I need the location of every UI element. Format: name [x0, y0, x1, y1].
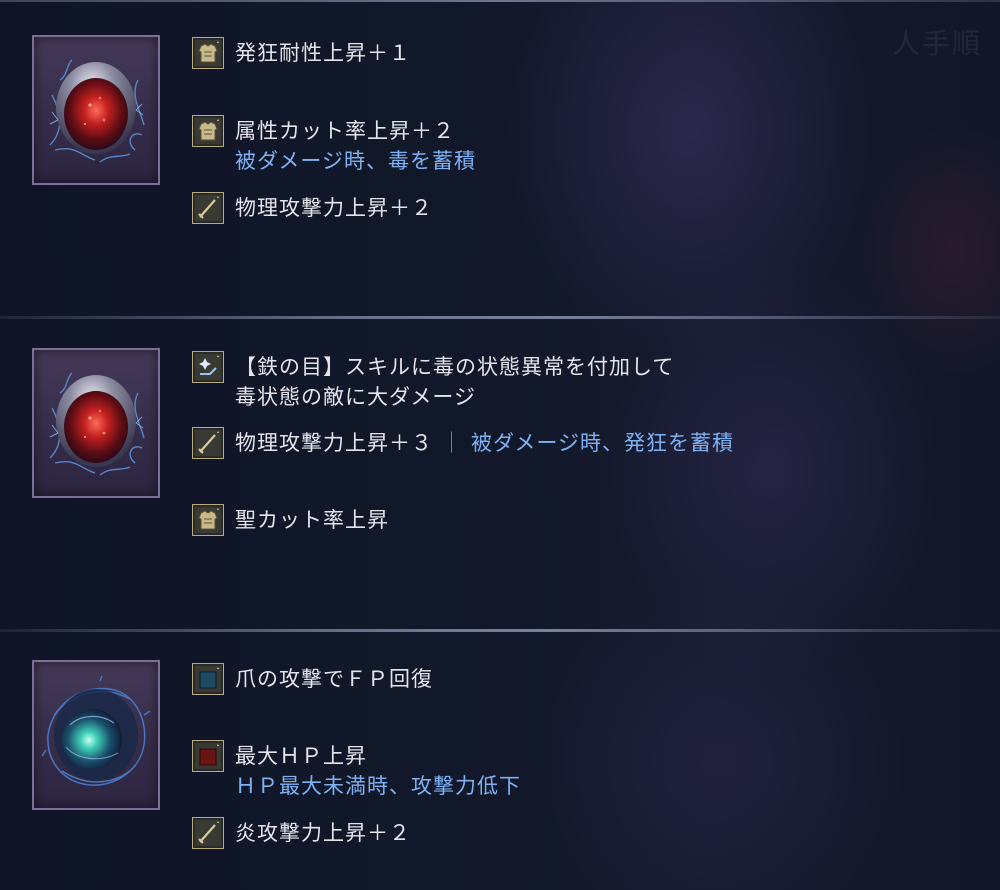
- red-square-icon: [192, 740, 224, 772]
- effect-drawback-text: ＨＰ最大未満時、攻撃力低下: [235, 774, 521, 798]
- relic-slot[interactable]: [32, 35, 160, 185]
- effect-text: 【鉄の目】スキルに毒の状態異常を付加して: [235, 355, 675, 379]
- crimson-relic-icon: [49, 372, 145, 476]
- background-title: 人手順: [891, 27, 982, 60]
- effect-drawback-text: 被ダメージ時、毒を蓄積: [235, 149, 476, 173]
- effect-text: 物理攻撃力上昇＋２: [235, 196, 433, 220]
- effect-text: 最大ＨＰ上昇: [235, 744, 367, 768]
- armor-icon: [192, 115, 224, 147]
- relic-slot[interactable]: [32, 348, 160, 498]
- effect-text: 炎攻撃力上昇＋２: [235, 821, 411, 845]
- effect-text: 発狂耐性上昇＋１: [235, 41, 411, 65]
- blue-square-icon: [192, 663, 224, 695]
- effect-text: 爪の攻撃でＦＰ回復: [235, 667, 433, 691]
- armor-icon: [192, 37, 224, 69]
- sword-icon: [192, 427, 224, 459]
- effect-text: 属性カット率上昇＋２: [235, 119, 455, 143]
- effect-drawback-text: 被ダメージ時、発狂を蓄積: [471, 431, 734, 455]
- crimson-relic-icon: [49, 59, 145, 163]
- skill-icon: [192, 351, 224, 383]
- effect-text: 物理攻撃力上昇＋３: [235, 431, 433, 455]
- sword-icon: [192, 192, 224, 224]
- relic-slot[interactable]: [32, 660, 160, 810]
- armor-icon: [192, 504, 224, 536]
- section-divider: [0, 629, 1000, 632]
- effect-separator: ｜: [441, 431, 463, 455]
- effect-text: 聖カット率上昇: [235, 508, 389, 532]
- teal-relic-icon: [41, 675, 151, 786]
- section-divider: [0, 316, 1000, 319]
- sword-icon: [192, 817, 224, 849]
- effect-text-continued: 毒状態の敵に大ダメージ: [235, 385, 476, 409]
- top-border: [0, 0, 1000, 2]
- effect-text-line: 物理攻撃力上昇＋３ ｜ 被ダメージ時、発狂を蓄積: [235, 429, 734, 458]
